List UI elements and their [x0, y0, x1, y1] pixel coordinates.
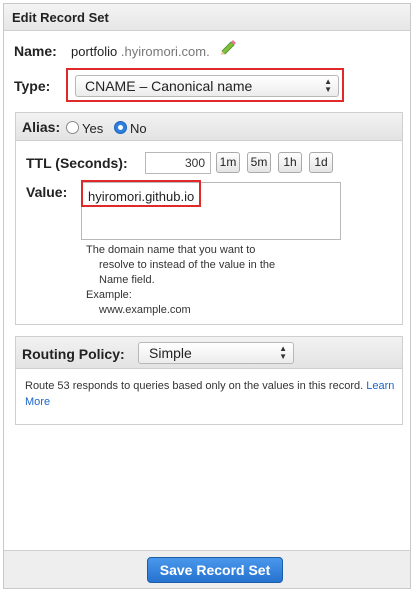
alias-yes-radio[interactable] — [66, 121, 79, 134]
alias-section: Alias: Yes No TTL (Seconds): 300 1m 5m 1… — [15, 112, 403, 325]
routing-description: Route 53 responds to queries based only … — [25, 378, 397, 410]
type-highlight — [66, 68, 344, 102]
ttl-input[interactable]: 300 — [145, 152, 211, 174]
alias-label: Alias: — [22, 119, 61, 135]
value-help-text: The domain name that you want to resolve… — [86, 243, 326, 318]
help-example-label: Example: — [86, 289, 132, 301]
name-value: portfolio — [71, 44, 118, 59]
routing-policy-select[interactable]: Simple ▲ ▼ — [138, 342, 294, 364]
routing-section: Routing Policy: Simple ▲ ▼ Route 53 respo… — [15, 336, 403, 425]
ttl-1d-button[interactable]: 1d — [309, 152, 333, 173]
name-label: Name: — [14, 43, 57, 59]
value-highlight — [81, 180, 201, 207]
help-line-3: Name field. — [99, 274, 155, 286]
routing-selected-value: Simple — [149, 345, 192, 361]
alias-bar: Alias: Yes No — [16, 113, 402, 141]
select-arrows-icon: ▲ ▼ — [279, 344, 287, 361]
save-record-set-button[interactable]: Save Record Set — [147, 557, 283, 583]
help-line-1: The domain name that you want to — [86, 244, 256, 256]
routing-description-text: Route 53 responds to queries based only … — [25, 380, 364, 392]
pencil-icon[interactable] — [219, 39, 237, 55]
alias-no-label[interactable]: No — [130, 121, 147, 136]
footer-bar: Save Record Set — [4, 550, 410, 588]
ttl-5m-button[interactable]: 5m — [247, 152, 271, 173]
name-suffix: .hyiromori.com. — [120, 44, 210, 59]
type-label: Type: — [14, 78, 51, 94]
name-value-wrap: portfolio .hyiromori.com. — [71, 44, 210, 59]
alias-yes-label[interactable]: Yes — [82, 121, 103, 136]
ttl-1h-button[interactable]: 1h — [278, 152, 302, 173]
value-label: Value: — [26, 184, 68, 200]
alias-no-radio[interactable] — [114, 121, 127, 134]
panel-title: Edit Record Set — [4, 4, 410, 31]
edit-record-set-panel: Edit Record Set Name: portfolio .hyiromo… — [3, 3, 411, 589]
help-line-2: resolve to instead of the value in the — [99, 259, 276, 271]
ttl-label: TTL (Seconds): — [26, 155, 128, 171]
help-example: www.example.com — [99, 304, 191, 316]
ttl-1m-button[interactable]: 1m — [216, 152, 240, 173]
routing-bar: Routing Policy: Simple ▲ ▼ — [16, 337, 402, 369]
routing-label: Routing Policy: — [22, 346, 125, 362]
